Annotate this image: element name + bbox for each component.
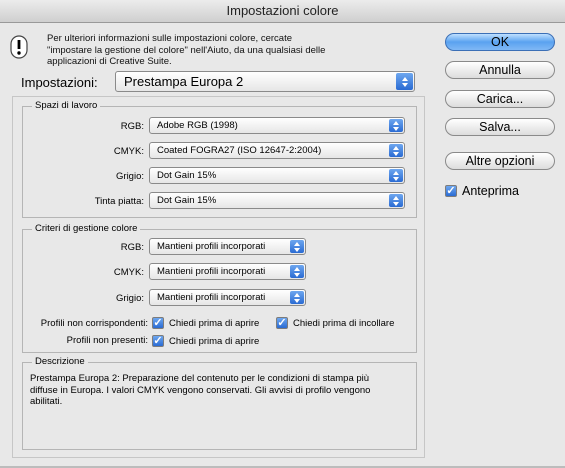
info-line: "impostare la gestione del colore" nell'… [47,44,326,56]
policies-title: Criteri di gestione colore [32,223,141,234]
select-arrows-icon [290,240,304,253]
mismatch-paste-checkbox[interactable]: ✓ [276,317,288,329]
save-button[interactable]: Salva... [445,118,555,136]
description-line: diffuse in Europa. I valori CMYK vengono… [30,384,371,396]
description-line: Prestampa Europa 2: Preparazione del con… [30,373,370,384]
policy-cmyk-label: CMYK: [113,267,144,278]
mismatch-paste-label: Chiedi prima di incollare [293,318,395,329]
mismatch-open-checkbox[interactable]: ✓ [152,317,164,329]
select-arrows-icon [290,291,304,304]
select-arrows-icon [389,119,403,132]
more-options-button[interactable]: Altre opzioni [445,152,555,170]
window-title: Impostazioni colore [0,0,565,23]
workspace-cmyk-label: CMYK: [113,146,144,157]
workspace-spot-label: Tinta piatta: [94,196,144,207]
workspace-gray-select[interactable]: Dot Gain 15% [149,167,405,184]
policy-rgb-label: RGB: [120,242,144,253]
description-title: Descrizione [32,356,88,367]
info-text: Per ulteriori informazioni sulle imposta… [47,33,387,68]
description-text: Prestampa Europa 2: Preparazione del con… [30,373,410,408]
cancel-button[interactable]: Annulla [445,61,555,79]
policy-gray-value: Mantieni profili incorporati [157,291,266,303]
select-arrows-icon [389,144,403,157]
info-line: applicazioni di Creative Suite. [47,56,172,67]
workspace-gray-value: Dot Gain 15% [157,169,217,181]
missing-label: Profili non presenti: [66,335,148,346]
mismatch-label: Profili non corrispondenti: [40,318,148,329]
workspaces-title: Spazi di lavoro [32,100,101,111]
workspace-gray-label: Grigio: [116,171,144,182]
color-settings-dialog: Impostazioni colore Per ulteriori inform… [0,0,565,468]
exclamation-icon [10,35,28,59]
ok-button[interactable]: OK [445,33,555,51]
preview-label: Anteprima [462,184,519,198]
policy-rgb-value: Mantieni profili incorporati [157,240,266,252]
missing-open-checkbox[interactable]: ✓ [152,335,164,347]
info-line: Per ulteriori informazioni sulle imposta… [47,33,292,44]
select-arrows-icon [389,169,403,182]
workspace-spot-value: Dot Gain 15% [157,194,217,206]
policy-cmyk-value: Mantieni profili incorporati [157,265,266,277]
workspace-rgb-label: RGB: [120,121,144,132]
policy-rgb-select[interactable]: Mantieni profili incorporati [149,238,306,255]
workspace-spot-select[interactable]: Dot Gain 15% [149,192,405,209]
policy-gray-label: Grigio: [116,293,144,304]
workspace-rgb-select[interactable]: Adobe RGB (1998) [149,117,405,134]
mismatch-open-label: Chiedi prima di aprire [169,318,260,329]
select-arrows-icon [290,265,304,278]
settings-value: Prestampa Europa 2 [124,74,244,89]
workspace-cmyk-value: Coated FOGRA27 (ISO 12647-2:2004) [157,144,322,156]
settings-select[interactable]: Prestampa Europa 2 [115,71,415,92]
policy-gray-select[interactable]: Mantieni profili incorporati [149,289,306,306]
preview-checkbox[interactable]: ✓ [445,185,457,197]
policy-cmyk-select[interactable]: Mantieni profili incorporati [149,263,306,280]
select-arrows-icon [389,194,403,207]
description-line: abilitati. [30,396,63,407]
settings-label: Impostazioni: [21,75,98,90]
missing-open-label: Chiedi prima di aprire [169,336,260,347]
workspace-rgb-value: Adobe RGB (1998) [157,119,238,131]
load-button[interactable]: Carica... [445,90,555,108]
select-arrows-icon [396,73,413,90]
workspace-cmyk-select[interactable]: Coated FOGRA27 (ISO 12647-2:2004) [149,142,405,159]
